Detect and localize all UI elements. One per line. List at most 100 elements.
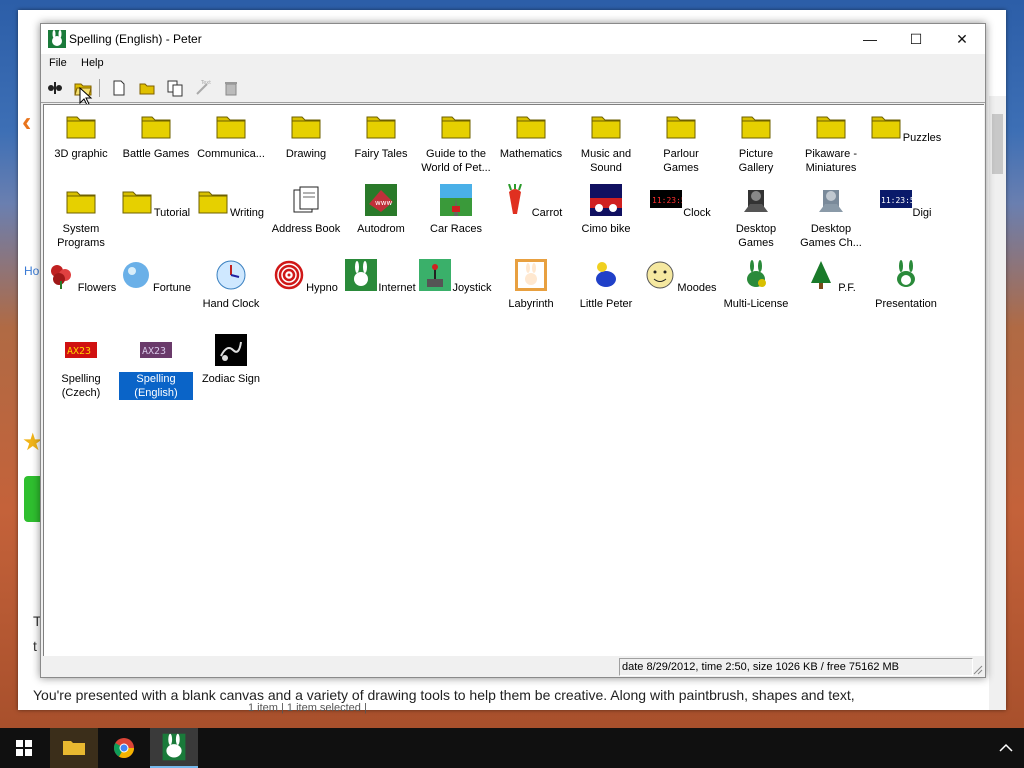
item-label: Hypno [306,282,338,294]
text-icon[interactable]: Text [193,78,213,98]
list-item[interactable]: Flowers [44,259,118,295]
chrome-icon[interactable] [100,728,148,768]
item-label: Clock [683,207,711,219]
list-item[interactable]: Joystick [419,259,493,295]
item-label: Little Peter [579,298,633,310]
list-item[interactable]: Guide to the World of Pet... [419,109,493,175]
list-item[interactable]: Desktop Games [719,184,793,250]
list-item[interactable]: Hand Clock [194,259,268,311]
new-file-icon[interactable] [109,78,129,98]
item-label: Puzzles [902,132,942,144]
list-item[interactable]: Puzzles [869,109,943,145]
list-item[interactable]: Labyrinth [494,259,568,311]
app-icon [48,30,66,48]
list-item[interactable]: www Autodrom [344,184,418,236]
folder-icon [198,191,228,214]
list-item[interactable]: Cimo bike [569,184,643,236]
list-item[interactable]: Writing [194,184,268,220]
folder-icon [216,116,246,139]
list-item[interactable]: Little Peter [569,259,643,311]
list-item[interactable]: P.F. [794,259,868,295]
peter-taskbar-icon[interactable] [150,728,198,768]
item-label: Spelling (Czech) [61,373,101,399]
folder-icon [516,116,546,139]
browser-scrollbar[interactable] [989,96,1006,710]
menu-help[interactable]: Help [81,57,104,69]
list-item[interactable]: Picture Gallery [719,109,793,175]
item-label: Moodes [677,282,717,294]
list-item[interactable]: Multi-License [719,259,793,311]
chevron-up-icon[interactable] [996,740,1016,756]
list-item[interactable]: AX23 Spelling (Czech) [44,334,118,400]
list-item[interactable]: Communica... [194,109,268,161]
svg-text:Text: Text [200,80,211,86]
item-label: Labyrinth [508,298,554,310]
item-label: Parlour Games [663,148,699,174]
item-label: Presentation [875,298,937,310]
folder-icon [141,116,171,139]
list-item[interactable]: Car Races [419,184,493,236]
desktop-games-icon [744,190,768,212]
resize-grip-icon[interactable] [971,663,983,675]
copy-icon[interactable] [165,78,185,98]
list-item[interactable]: Carrot [494,183,568,220]
list-item[interactable]: Fortune [119,259,193,295]
close-button[interactable]: ✕ [939,24,985,54]
maximize-button[interactable]: ☐ [893,24,939,54]
list-item[interactable]: Battle Games [119,109,193,161]
item-label: Fortune [153,282,191,294]
list-item[interactable]: Pikaware - Miniatures [794,109,868,175]
item-label: Guide to the World of Pet... [421,148,491,174]
item-label: Desktop Games [735,223,777,249]
file-explorer-icon[interactable] [50,728,98,768]
list-item[interactable]: 3D graphic [44,109,118,161]
labyrinth-icon [515,259,547,291]
list-item[interactable]: Fairy Tales [344,109,418,161]
clock-digital-icon: 11:23:51 [650,190,691,208]
multi-license-icon [740,259,772,291]
taskbar [0,728,1024,768]
list-item[interactable]: 11:23:51Clock [644,184,718,220]
list-item[interactable]: Music and Sound [569,109,643,175]
svg-text:11:23:51: 11:23:51 [881,196,912,205]
menu-file[interactable]: File [49,57,67,69]
list-item[interactable]: Hypno [269,259,343,295]
scroll-thumb[interactable] [992,114,1003,174]
list-item[interactable]: Mathematics [494,109,568,161]
svg-text:11:23:51: 11:23:51 [652,196,682,205]
new-folder-icon[interactable] [137,78,157,98]
list-item[interactable]: 11:23:51Digi [869,184,943,220]
trash-icon[interactable] [221,78,241,98]
list-item[interactable]: AX23 Spelling (English) [118,334,194,401]
folder-icon [741,116,771,139]
article-text: You're presented with a blank canvas and… [33,687,855,703]
list-item[interactable]: Tutorial [119,184,193,220]
joystick-tool-icon[interactable] [45,78,65,98]
item-label: Tutorial [153,207,191,219]
list-item[interactable]: Drawing [269,109,343,161]
list-item[interactable]: Parlour Games [644,109,718,175]
address-book-icon [293,186,319,213]
page-fragment-t2: t [33,638,37,654]
item-list-view[interactable]: 3D graphic Battle Games Communica... Drawin… [43,104,984,657]
window-title: Spelling (English) - Peter [69,32,202,46]
list-item[interactable]: Address Book [269,184,343,236]
list-item[interactable]: Presentation [869,259,943,311]
start-windows-icon[interactable] [0,728,48,768]
list-item[interactable]: Zodiac Sign [194,334,268,386]
list-item[interactable]: System Programs [44,184,118,250]
folder-icon [441,116,471,139]
item-label: Carrot [531,207,563,219]
item-label: Mathematics [499,148,563,160]
list-item[interactable]: Desktop Games Ch... [794,184,868,250]
list-item[interactable]: Internet [344,259,418,295]
list-item[interactable]: Moodes [644,259,718,295]
minimize-button[interactable]: — [847,24,893,54]
hand-clock-icon [216,260,246,290]
item-label: Fairy Tales [354,148,408,160]
item-label: 3D graphic [54,148,108,160]
item-label: Hand Clock [202,298,260,310]
back-arrow-icon[interactable]: ‹ [22,106,42,137]
title-bar[interactable]: Spelling (English) - Peter — ☐ ✕ [41,24,985,54]
menu-bar: File Help [41,54,985,74]
